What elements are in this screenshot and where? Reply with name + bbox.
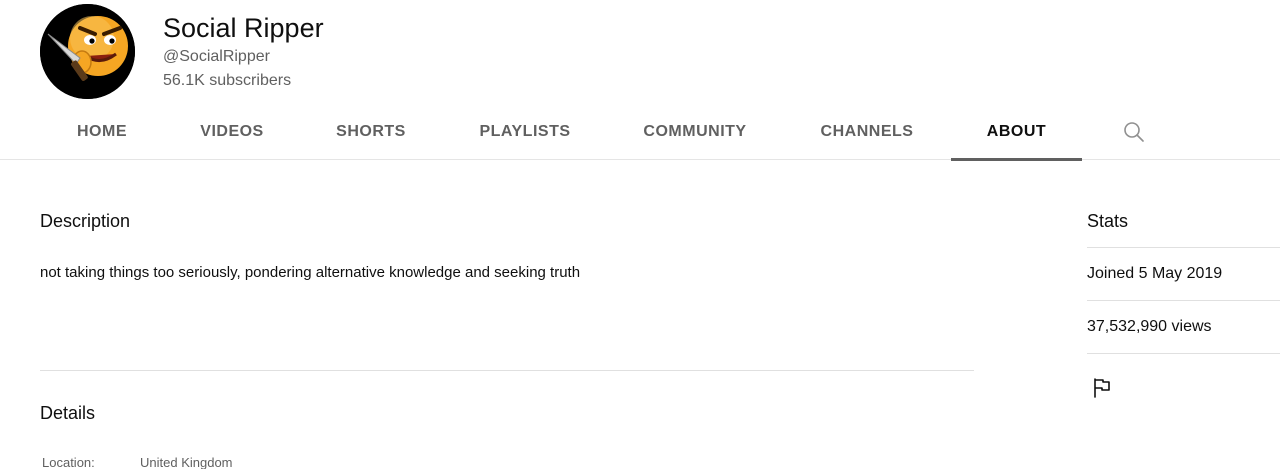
flag-icon[interactable] (1088, 374, 1116, 402)
subscriber-count: 56.1K subscribers (163, 72, 292, 89)
channel-name: Social Ripper (163, 13, 324, 43)
knife-emoji-avatar-icon (40, 4, 135, 99)
joined-date: Joined 5 May 2019 (1087, 265, 1223, 282)
stats-divider (1087, 247, 1280, 248)
tab-about[interactable]: ABOUT (951, 104, 1082, 161)
search-icon[interactable] (1118, 118, 1150, 146)
stats-heading: Stats (1087, 211, 1129, 231)
tab-playlists[interactable]: PLAYLISTS (468, 104, 582, 160)
stats-divider (1087, 353, 1280, 354)
location-label: Location: (42, 455, 95, 469)
description-heading: Description (40, 211, 131, 231)
tab-shorts[interactable]: SHORTS (324, 104, 418, 160)
tab-community[interactable]: COMMUNITY (632, 104, 758, 160)
channel-about-page: Social Ripper @SocialRipper 56.1K subscr… (0, 0, 1280, 469)
tab-channels[interactable]: CHANNELS (808, 104, 926, 160)
channel-avatar[interactable] (40, 4, 135, 99)
stats-divider (1087, 300, 1280, 301)
tab-home[interactable]: HOME (64, 104, 140, 160)
description-text: not taking things too seriously, ponderi… (40, 264, 581, 281)
location-value: United Kingdom (140, 455, 233, 469)
tab-videos[interactable]: VIDEOS (190, 104, 274, 160)
section-divider (40, 370, 974, 371)
view-count: 37,532,990 views (1087, 318, 1212, 335)
channel-tabs: HOME VIDEOS SHORTS PLAYLISTS COMMUNITY C… (0, 104, 1280, 161)
details-heading: Details (40, 403, 96, 423)
channel-handle: @SocialRipper (163, 48, 270, 65)
